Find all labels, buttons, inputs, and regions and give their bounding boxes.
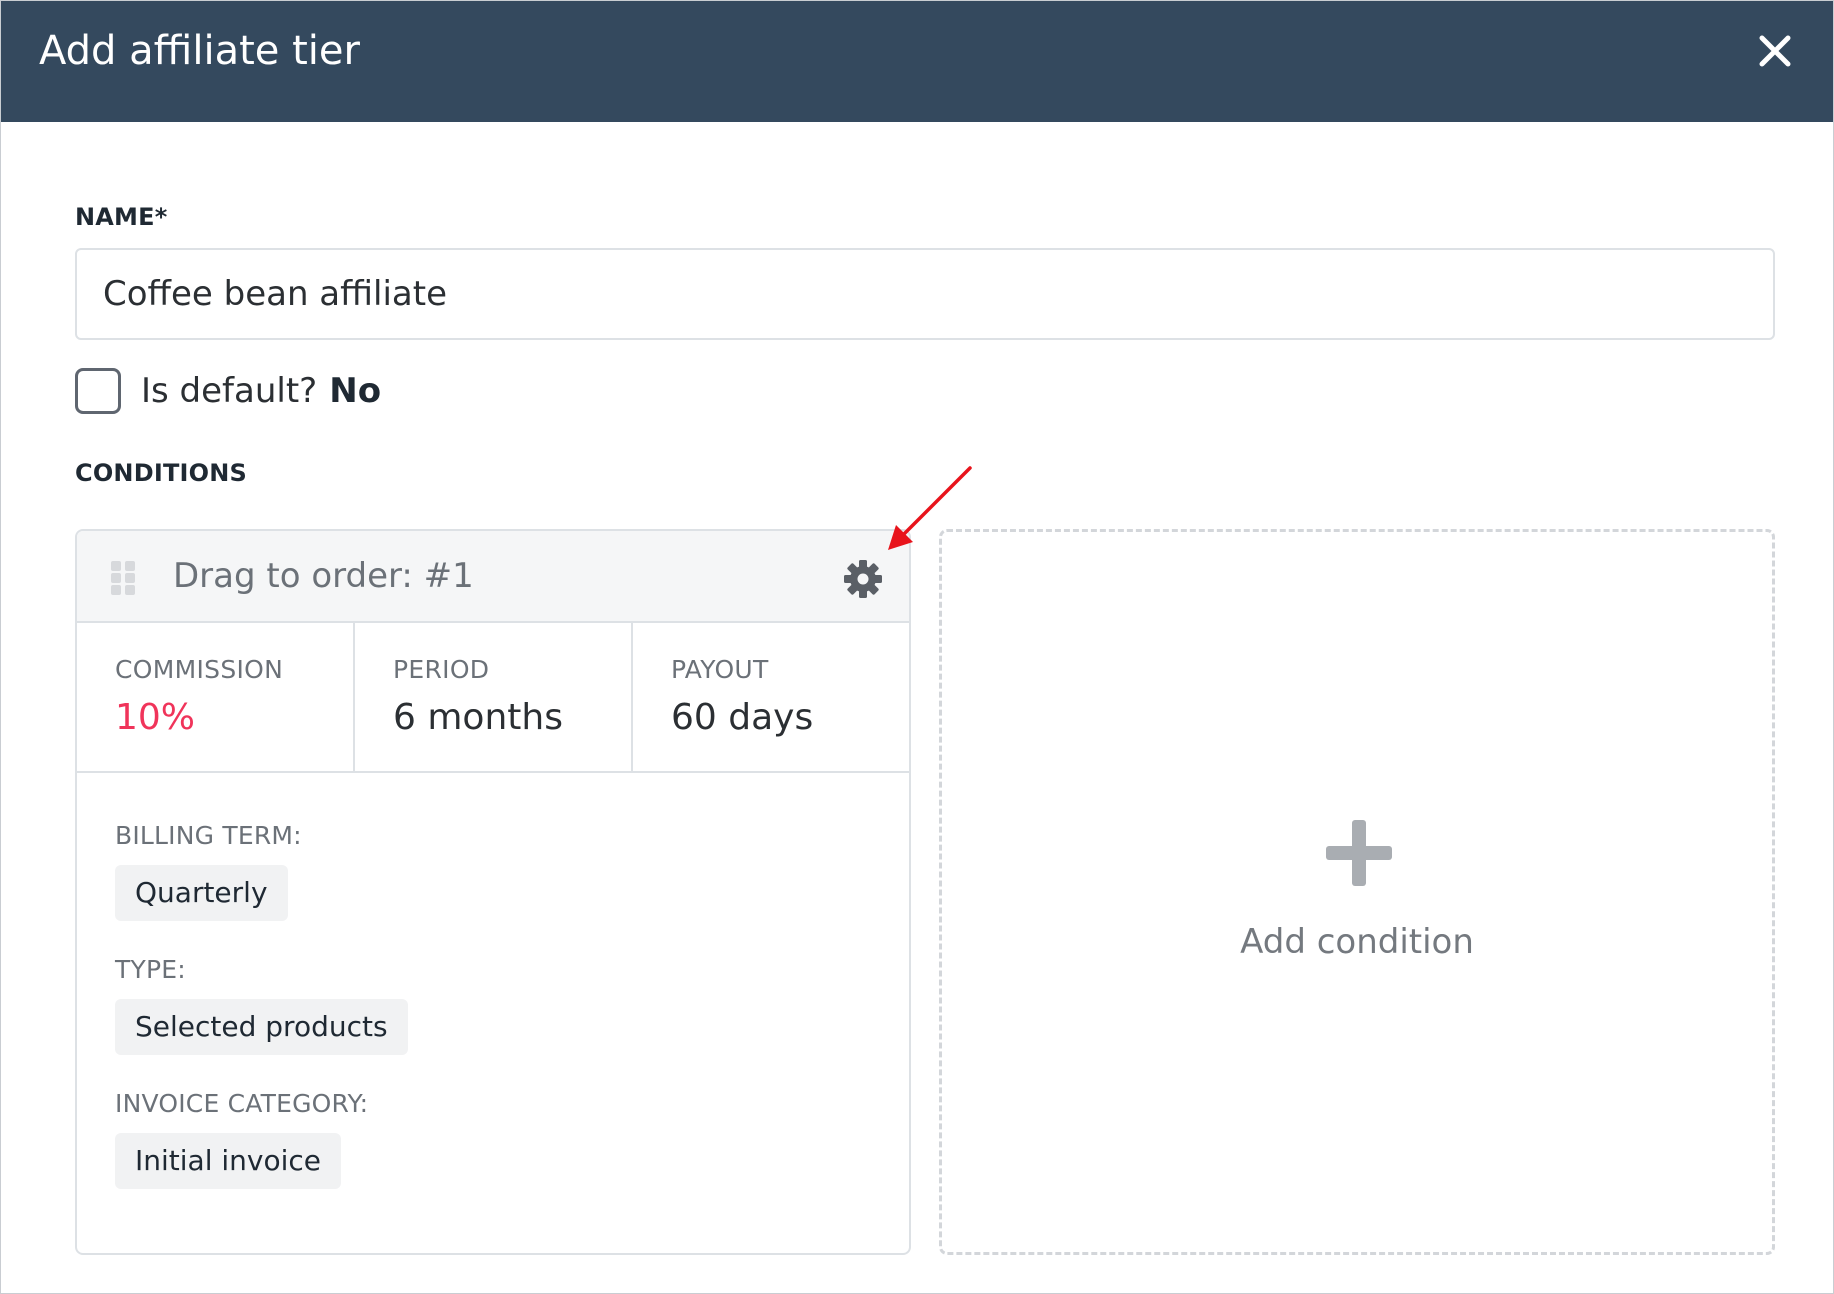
condition-card-header[interactable]: Drag to order: #1 <box>77 531 909 623</box>
close-icon <box>1759 35 1791 67</box>
billing-term-tag: Quarterly <box>115 865 288 921</box>
name-label: NAME* <box>75 203 168 231</box>
add-condition-button[interactable]: Add condition <box>939 529 1775 1255</box>
invoice-category-label: INVOICE CATEGORY: <box>115 1089 369 1118</box>
stat-value: 6 months <box>393 697 563 738</box>
is-default-value: No <box>329 371 382 411</box>
plus-icon <box>1326 820 1392 886</box>
invoice-category-tag: Initial invoice <box>115 1133 342 1189</box>
condition-card: Drag to order: #1 COMMISSION 10% PERIOD … <box>75 529 911 1255</box>
condition-settings-button[interactable] <box>843 559 883 599</box>
stat-value: 10% <box>115 697 196 738</box>
drag-handle-icon[interactable] <box>111 561 137 595</box>
type-label: TYPE: <box>115 955 186 984</box>
modal-header: Add affiliate tier <box>1 1 1833 122</box>
is-default-row: Is default? No <box>75 367 381 415</box>
type-tag: Selected products <box>115 999 408 1055</box>
stat-commission: COMMISSION 10% <box>77 623 355 771</box>
close-button[interactable] <box>1753 29 1797 73</box>
billing-term-label: BILLING TERM: <box>115 821 302 850</box>
drag-to-order-text: Drag to order: #1 <box>173 556 474 596</box>
stat-period: PERIOD 6 months <box>355 623 633 771</box>
stat-value: 60 days <box>671 697 814 738</box>
stat-label: COMMISSION <box>115 655 284 684</box>
conditions-label: CONDITIONS <box>75 459 248 487</box>
condition-stats: COMMISSION 10% PERIOD 6 months PAYOUT 60… <box>77 623 909 773</box>
gear-icon <box>844 560 882 598</box>
add-affiliate-tier-modal: Add affiliate tier NAME* Is default? No … <box>0 0 1834 1294</box>
is-default-checkbox[interactable] <box>75 368 121 414</box>
add-condition-label: Add condition <box>1240 922 1474 962</box>
stat-payout: PAYOUT 60 days <box>633 623 909 771</box>
modal-title: Add affiliate tier <box>39 28 360 74</box>
is-default-label: Is default? <box>141 371 318 411</box>
stat-label: PAYOUT <box>671 655 769 684</box>
name-input[interactable] <box>75 248 1775 340</box>
stat-label: PERIOD <box>393 655 490 684</box>
